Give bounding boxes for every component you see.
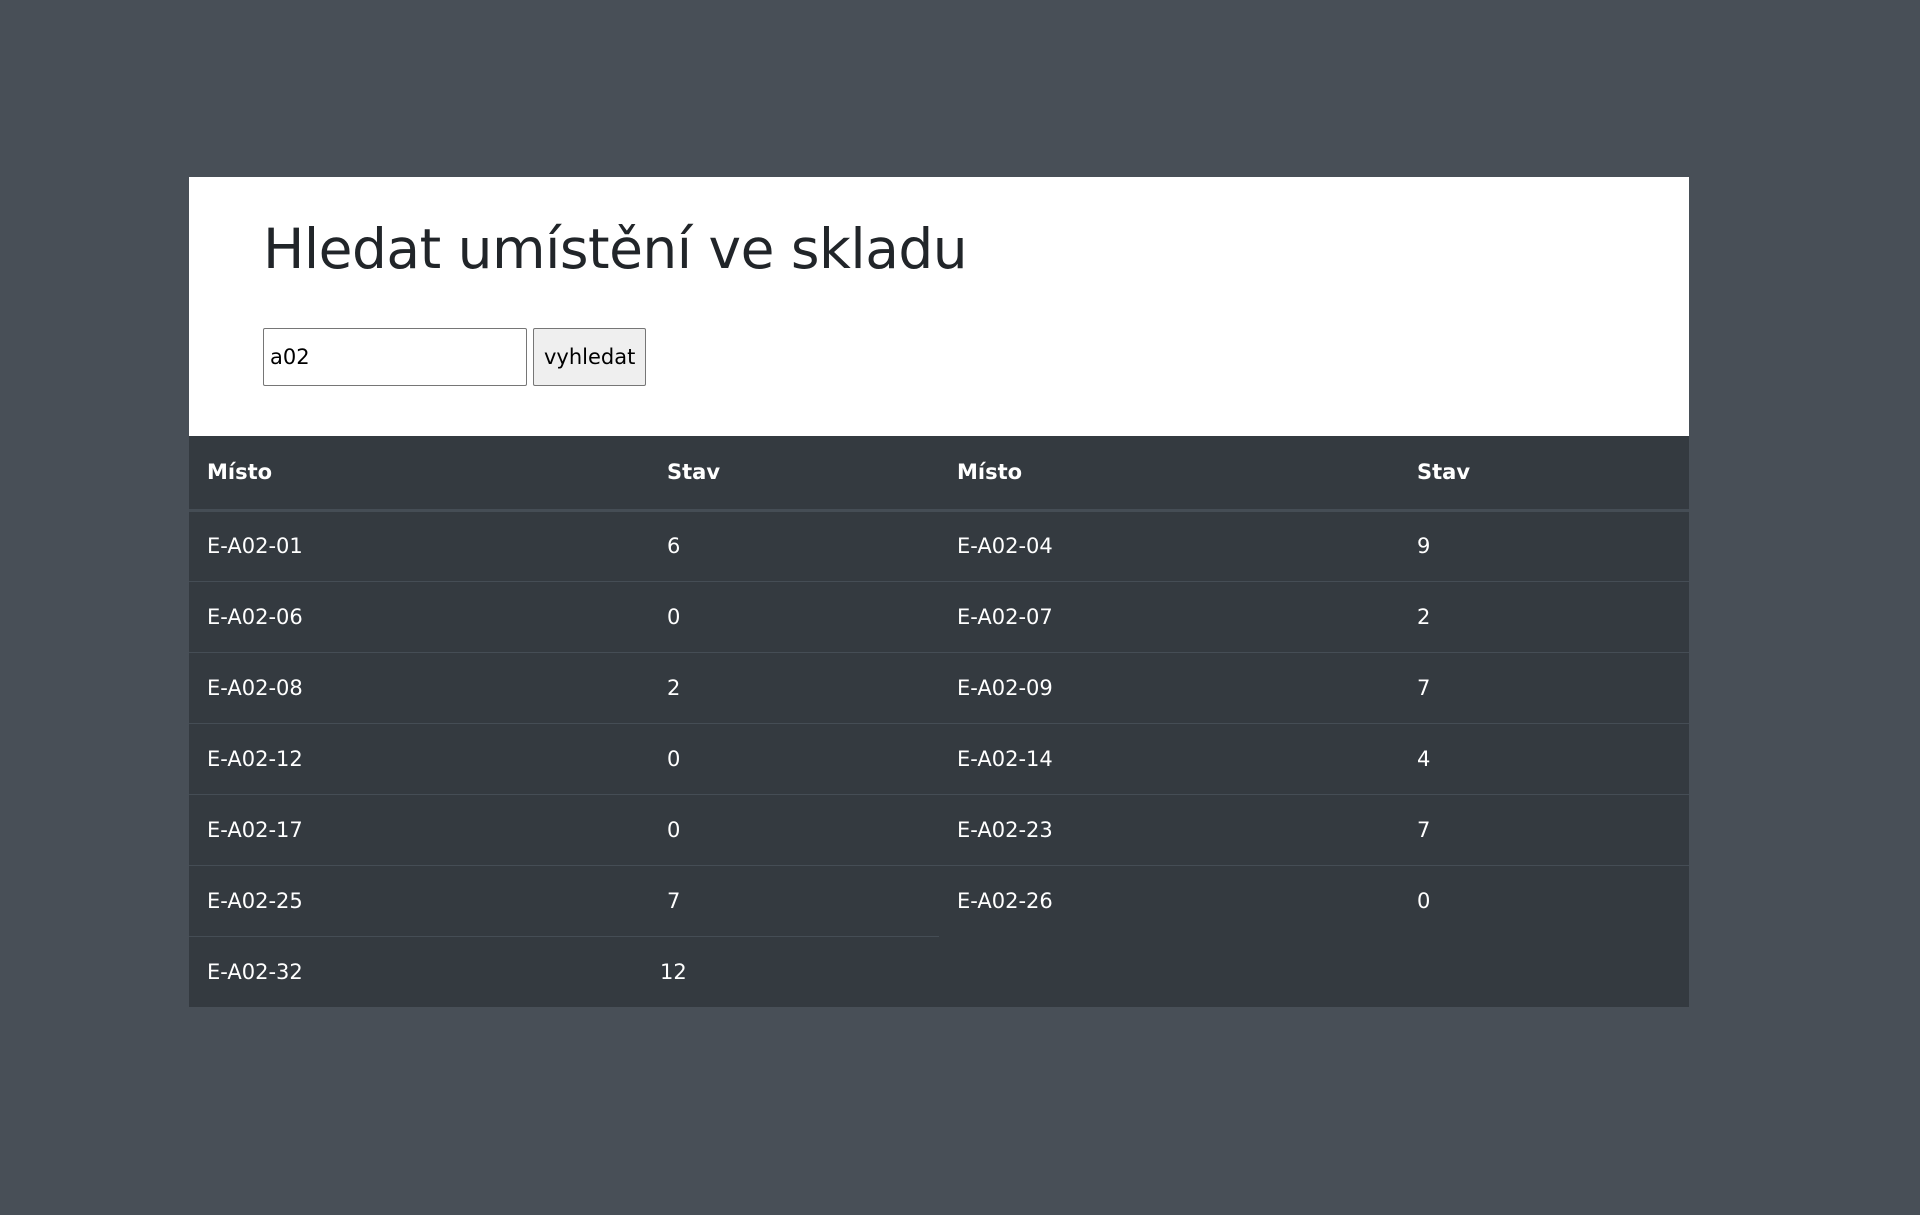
cell-state: 0 xyxy=(649,793,939,865)
cell-place: E-A02-08 xyxy=(189,651,649,723)
table-row: E-A02-01 6 xyxy=(189,510,939,581)
table-row: E-A02-23 7 xyxy=(939,793,1689,865)
cell-place: E-A02-09 xyxy=(939,651,1399,723)
table-row: E-A02-06 0 xyxy=(189,580,939,652)
column-header-state: Stav xyxy=(649,436,939,512)
cell-state: 2 xyxy=(649,651,939,723)
cell-state: 12 xyxy=(649,935,939,1007)
search-button[interactable]: vyhledat xyxy=(533,328,647,386)
cell-place: E-A02-32 xyxy=(189,935,649,1007)
table-header-row: Místo Stav xyxy=(939,436,1689,512)
cell-place: E-A02-25 xyxy=(189,864,649,936)
results-table: Místo Stav E-A02-01 6 E-A02-06 0 E-A02-0… xyxy=(189,436,1689,1007)
search-row: vyhledat xyxy=(263,328,1689,386)
results-table-left: Místo Stav E-A02-01 6 E-A02-06 0 E-A02-0… xyxy=(189,436,939,1007)
search-input[interactable] xyxy=(263,328,527,386)
cell-state: 2 xyxy=(1399,580,1689,652)
cell-place: E-A02-06 xyxy=(189,580,649,652)
cell-place: E-A02-07 xyxy=(939,580,1399,652)
table-row: E-A02-26 0 xyxy=(939,864,1689,936)
search-header: Hledat umístění ve skladu vyhledat xyxy=(189,177,1689,436)
cell-place: E-A02-12 xyxy=(189,722,649,794)
table-row: E-A02-04 9 xyxy=(939,510,1689,581)
cell-place: E-A02-14 xyxy=(939,722,1399,794)
page-title: Hledat umístění ve skladu xyxy=(263,217,968,281)
results-table-right: Místo Stav E-A02-04 9 E-A02-07 2 E-A02-0… xyxy=(939,436,1689,936)
cell-state: 7 xyxy=(649,864,939,936)
table-row: E-A02-32 12 xyxy=(189,935,939,1007)
cell-place: E-A02-17 xyxy=(189,793,649,865)
table-row: E-A02-07 2 xyxy=(939,580,1689,652)
cell-place: E-A02-04 xyxy=(957,534,1053,558)
cell-state: 7 xyxy=(1399,651,1689,723)
search-panel: Hledat umístění ve skladu vyhledat Místo… xyxy=(189,177,1689,1007)
column-header-state: Stav xyxy=(1399,436,1689,512)
column-header-place: Místo xyxy=(189,436,649,512)
cell-place: E-A02-26 xyxy=(939,864,1399,936)
cell-place: E-A02-23 xyxy=(939,793,1399,865)
table-row: E-A02-12 0 xyxy=(189,722,939,794)
table-row: E-A02-17 0 xyxy=(189,793,939,865)
cell-state: 6 xyxy=(667,534,681,558)
table-row: E-A02-25 7 xyxy=(189,864,939,936)
table-row: E-A02-08 2 xyxy=(189,651,939,723)
cell-state: 7 xyxy=(1399,793,1689,865)
cell-state: 4 xyxy=(1399,722,1689,794)
cell-state: 0 xyxy=(649,722,939,794)
cell-place: E-A02-01 xyxy=(207,534,303,558)
cell-state: 0 xyxy=(1399,864,1689,936)
table-row: E-A02-09 7 xyxy=(939,651,1689,723)
column-header-place: Místo xyxy=(939,436,1399,512)
table-row: E-A02-14 4 xyxy=(939,722,1689,794)
cell-state: 0 xyxy=(649,580,939,652)
table-header-row: Místo Stav xyxy=(189,436,939,512)
cell-state: 9 xyxy=(1417,534,1431,558)
